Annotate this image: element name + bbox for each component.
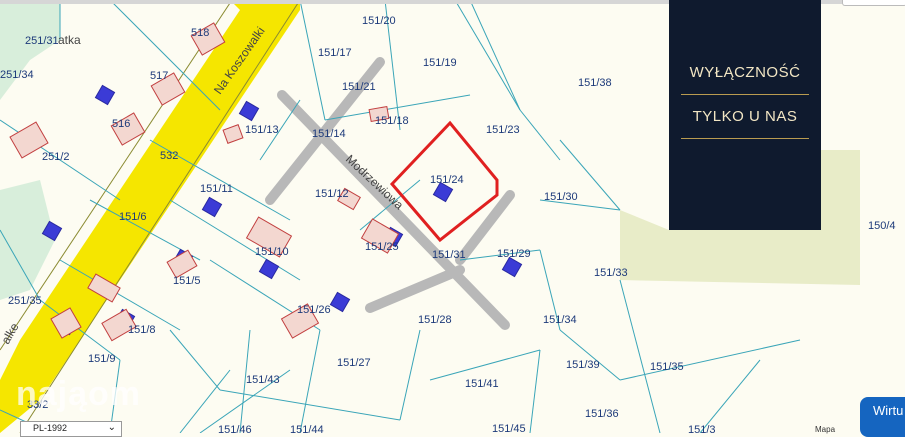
parcel-label: 517 <box>150 70 168 82</box>
parcel-label: 518 <box>191 27 209 39</box>
parcel-label: 151/19 <box>423 57 457 69</box>
parcel-label: 151/30 <box>544 191 578 203</box>
parcel-label: 151/36 <box>585 408 619 420</box>
parcel-label: 151/26 <box>297 304 331 316</box>
parcel-label: 151/34 <box>543 314 577 326</box>
parcel-label: 151/18 <box>375 115 409 127</box>
parcel-label: 151/13 <box>245 124 279 136</box>
parcel-label: 151/24 <box>430 174 464 186</box>
parcel-label: 151/46 <box>218 424 252 433</box>
parcel-label: 151/45 <box>492 423 526 433</box>
parcel-label: 251/34 <box>0 69 34 81</box>
parcel-label: 251/35 <box>8 295 42 307</box>
parcel-label: 151/39 <box>566 359 600 371</box>
crs-select[interactable]: PL-1992 ⌄ <box>20 421 122 437</box>
parcel-label: 151/38 <box>578 77 612 89</box>
parcel-label: 151/8 <box>128 324 156 336</box>
banner-line-2: TYLKO U NAS <box>692 108 798 125</box>
banner-rule <box>681 94 809 95</box>
parcel-label: 151/3 <box>688 424 716 433</box>
parcel-label: 532 <box>160 150 178 162</box>
parcel-label: 151/6 <box>119 211 147 223</box>
parcel-label: 151/17 <box>318 47 352 59</box>
parcel-label: 151/43 <box>246 374 280 386</box>
parcel-label: 151/12 <box>315 188 349 200</box>
parcel-label: 151/10 <box>255 246 289 258</box>
parcel-label: 151/44 <box>290 424 324 433</box>
crs-value: PL-1992 <box>33 423 68 433</box>
parcel-label: 151/20 <box>362 15 396 27</box>
parcel-label: 516 <box>112 118 130 130</box>
exclusive-offer-banner: WYŁĄCZNOŚĆ TYLKO U NAS <box>669 0 821 230</box>
parcel-label: 151/27 <box>337 357 371 369</box>
chevron-down-icon: ⌄ <box>107 422 116 433</box>
parcel-label: 251/2 <box>42 151 70 163</box>
virtual-tour-label: Wirtu <box>873 403 904 418</box>
street-name-atka: atka <box>58 33 81 47</box>
parcel-label: 151/31 <box>432 249 466 261</box>
watermark: nająom <box>16 375 142 413</box>
parcel-label: 151/5 <box>173 275 201 287</box>
parcel-label: 151/23 <box>486 124 520 136</box>
parcel-label: 151/33 <box>594 267 628 279</box>
parcel-label: 151/29 <box>497 248 531 260</box>
parcel-label: 150/4 <box>868 220 896 232</box>
parcel-label: 151/21 <box>342 81 376 93</box>
parcel-label: 151/11 <box>200 183 233 195</box>
parcel-label: 151/28 <box>418 314 452 326</box>
parcel-label: 151/14 <box>312 128 346 140</box>
search-box[interactable] <box>842 0 905 6</box>
banner-line-1: WYŁĄCZNOŚĆ <box>689 64 801 81</box>
parcel-label: 151/41 <box>465 378 499 390</box>
virtual-tour-button[interactable]: Wirtu <box>860 397 905 437</box>
parcel-label: 151/9 <box>88 353 116 365</box>
parcel-label: 151/35 <box>650 361 684 373</box>
banner-rule <box>681 138 809 139</box>
parcel-label: 151/25 <box>365 241 399 253</box>
parcel-label: 251/31 <box>25 35 59 47</box>
